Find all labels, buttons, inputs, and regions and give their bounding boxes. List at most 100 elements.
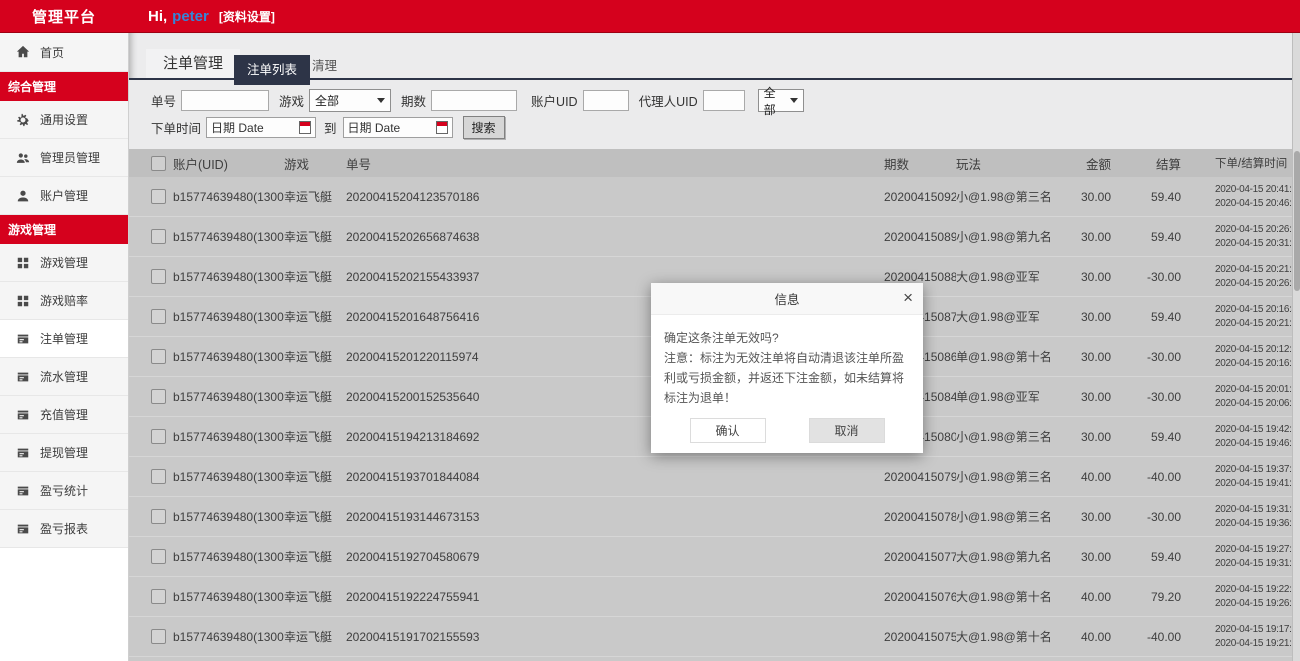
cell-account: b15774639480(1300) xyxy=(173,630,284,644)
calendar-icon[interactable] xyxy=(436,121,448,134)
row-checkbox[interactable] xyxy=(151,389,166,404)
row-checkbox[interactable] xyxy=(151,629,166,644)
row-checkbox[interactable] xyxy=(151,269,166,284)
settle-time: 2020-04-15 19:31:1 xyxy=(1215,557,1292,571)
cell-settle: -40.00 xyxy=(1111,470,1181,484)
sidebar-item-home[interactable]: 首页 xyxy=(0,33,128,72)
cell-game: 幸运飞艇 xyxy=(284,628,346,645)
order-time: 2020-04-15 19:27:0 xyxy=(1215,543,1292,557)
order-no-input[interactable] xyxy=(181,90,269,111)
cancel-button[interactable]: 取消 xyxy=(809,418,885,443)
cell-period: 20200415076 xyxy=(884,590,956,604)
confirm-invalid-order-dialog: 信息 × 确定这条注单无效吗? 注意：标注为无效注单将自动清退该注单所盈利或亏损… xyxy=(651,283,923,453)
cell-play: 小@1.98@第三名 xyxy=(956,428,1061,445)
sidebar-item-game-odds[interactable]: 游戏赔率 xyxy=(0,282,128,320)
date-from-input[interactable]: 日期 Date xyxy=(206,117,316,138)
status-select-value: 全部 xyxy=(764,84,784,118)
cell-game: 幸运飞艇 xyxy=(284,228,346,245)
doc-icon xyxy=(16,522,30,536)
sidebar-item-label: 盈亏统计 xyxy=(40,482,88,499)
cell-game: 幸运飞艇 xyxy=(284,388,346,405)
account-uid-input[interactable] xyxy=(583,90,629,111)
app-title: 管理平台 xyxy=(0,6,128,27)
cell-settle: 79.20 xyxy=(1111,590,1181,604)
cell-amount: 30.00 xyxy=(1061,430,1111,444)
cell-order-no: 20200415193144673153 xyxy=(346,510,884,524)
row-checkbox[interactable] xyxy=(151,469,166,484)
vertical-scrollbar[interactable] xyxy=(1292,33,1300,661)
profile-settings-link[interactable]: [资料设置] xyxy=(219,8,275,25)
row-checkbox[interactable] xyxy=(151,589,166,604)
cell-play: 单@1.98@第十名 xyxy=(956,348,1061,365)
scrollbar-thumb[interactable] xyxy=(1294,151,1300,291)
order-time: 2020-04-15 19:37:0 xyxy=(1215,463,1292,477)
cell-game: 幸运飞艇 xyxy=(284,348,346,365)
search-button[interactable]: 搜索 xyxy=(463,116,505,139)
sidebar-item-recharge-management[interactable]: 充值管理 xyxy=(0,396,128,434)
sidebar-item-label: 账户管理 xyxy=(40,187,88,204)
cell-settle: 59.40 xyxy=(1111,550,1181,564)
row-checkbox[interactable] xyxy=(151,349,166,364)
top-bar: 管理平台 Hi, peter [资料设置] xyxy=(0,0,1300,33)
cell-account: b15774639480(1300) xyxy=(173,270,284,284)
cell-account: b15774639480(1300) xyxy=(173,350,284,364)
col-header-amount: 金额 xyxy=(1061,154,1111,173)
sidebar-item-label: 流水管理 xyxy=(40,368,88,385)
sidebar-item-bet-order-management[interactable]: 注单管理 xyxy=(0,320,128,358)
tab-bet-order-list[interactable]: 注单列表 xyxy=(234,55,310,85)
row-checkbox[interactable] xyxy=(151,429,166,444)
order-time: 2020-04-15 20:21:5 xyxy=(1215,263,1292,277)
cell-amount: 30.00 xyxy=(1061,190,1111,204)
sidebar-section-label: 综合管理 xyxy=(8,78,56,95)
row-checkbox[interactable] xyxy=(151,229,166,244)
sidebar-item-profit-statistics[interactable]: 盈亏统计 xyxy=(0,472,128,510)
calendar-icon[interactable] xyxy=(299,121,311,134)
sidebar-item-admin-management[interactable]: 管理员管理 xyxy=(0,139,128,177)
row-checkbox[interactable] xyxy=(151,509,166,524)
order-time: 2020-04-15 19:22:2 xyxy=(1215,583,1292,597)
sidebar-item-account-management[interactable]: 账户管理 xyxy=(0,177,128,215)
game-select[interactable]: 全部 xyxy=(309,89,391,112)
close-icon[interactable]: × xyxy=(903,288,913,308)
col-header-game: 游戏 xyxy=(284,154,346,173)
cell-time: 2020-04-15 20:01:5 2020-04-15 20:06:2 xyxy=(1181,377,1292,416)
table-row: 2020-04-15 19:11:5 xyxy=(129,657,1292,661)
period-input[interactable] xyxy=(431,90,517,111)
sidebar-item-general-settings[interactable]: 通用设置 xyxy=(0,101,128,139)
sidebar-item-withdraw-management[interactable]: 提现管理 xyxy=(0,434,128,472)
cell-game: 幸运飞艇 xyxy=(284,588,346,605)
row-checkbox[interactable] xyxy=(151,309,166,324)
cell-game: 幸运飞艇 xyxy=(284,268,346,285)
agent-uid-input[interactable] xyxy=(703,90,745,111)
date-to-input[interactable]: 日期 Date xyxy=(343,117,453,138)
chevron-down-icon xyxy=(790,98,798,103)
cell-settle: -30.00 xyxy=(1111,510,1181,524)
cell-settle: 59.40 xyxy=(1111,310,1181,324)
cell-game: 幸运飞艇 xyxy=(284,308,346,325)
grid-icon xyxy=(16,294,30,308)
greeting-prefix: Hi, xyxy=(148,8,167,25)
cell-amount: 40.00 xyxy=(1061,590,1111,604)
cell-time: 2020-04-15 19:11:5 xyxy=(1181,657,1292,661)
doc-icon xyxy=(16,332,30,346)
order-no-label: 单号 xyxy=(151,91,176,110)
col-header-settle: 结算 xyxy=(1111,154,1181,173)
row-checkbox[interactable] xyxy=(151,189,166,204)
game-select-value: 全部 xyxy=(315,92,339,109)
sidebar-item-label: 管理员管理 xyxy=(40,149,100,166)
sidebar-item-flow-management[interactable]: 流水管理 xyxy=(0,358,128,396)
game-label: 游戏 xyxy=(279,91,304,110)
order-time-label: 下单时间 xyxy=(151,118,201,137)
doc-icon xyxy=(16,446,30,460)
row-checkbox[interactable] xyxy=(151,549,166,564)
sidebar-item-profit-report[interactable]: 盈亏报表 xyxy=(0,510,128,548)
status-select[interactable]: 全部 xyxy=(758,89,804,112)
sidebar-item-game-management[interactable]: 游戏管理 xyxy=(0,244,128,282)
cell-settle: -40.00 xyxy=(1111,630,1181,644)
confirm-button[interactable]: 确认 xyxy=(690,418,766,443)
order-time: 2020-04-15 20:26:5 xyxy=(1215,223,1292,237)
cell-order-no: 20200415202656874638 xyxy=(346,230,884,244)
select-all-checkbox[interactable] xyxy=(151,156,166,171)
doc-icon xyxy=(16,370,30,384)
cell-game: 幸运飞艇 xyxy=(284,428,346,445)
